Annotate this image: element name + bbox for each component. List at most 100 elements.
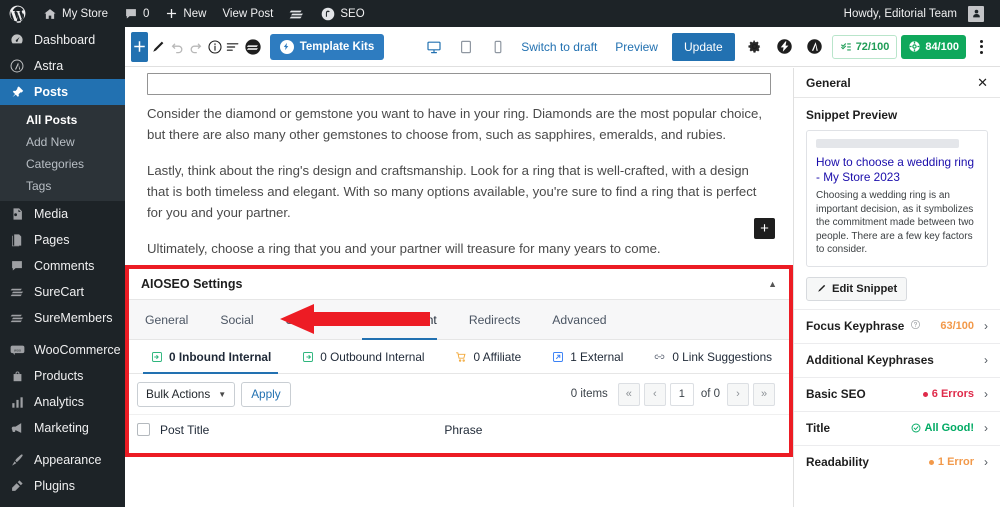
stat-link-suggestions[interactable]: 0 Link Suggestions	[638, 340, 787, 373]
content-paragraph[interactable]: Consider the diamond or gemstone you wan…	[147, 103, 771, 145]
select-all-checkbox[interactable]	[137, 423, 150, 436]
row-value: 63/100	[940, 320, 974, 332]
first-page-button[interactable]: «	[617, 382, 640, 406]
sidebar-label: Marketing	[34, 421, 89, 435]
next-page-button[interactable]: ›	[727, 382, 749, 406]
sidebar-item-plugins[interactable]: Plugins	[0, 473, 125, 499]
last-page-button[interactable]: »	[753, 382, 775, 406]
wp-logo-menu[interactable]	[0, 0, 35, 27]
row-title[interactable]: Title All Good! ›	[794, 410, 1000, 445]
my-account-menu[interactable]: Howdy, Editorial Team	[836, 0, 992, 27]
tab-general[interactable]: General	[141, 300, 204, 339]
sidebar-label: Astra	[34, 59, 64, 73]
sidebar-item-all-posts[interactable]: All Posts	[0, 109, 125, 131]
page-number-input[interactable]: 1	[669, 382, 694, 406]
sidebar-item-media[interactable]: Media	[0, 201, 125, 227]
sidebar-item-analytics[interactable]: Analytics	[0, 389, 125, 415]
sidebar-item-tags[interactable]: Tags	[0, 175, 125, 197]
sidebar-item-dashboard[interactable]: Dashboard	[0, 27, 125, 53]
howdy-label: Howdy, Editorial Team	[843, 7, 957, 20]
preview-button[interactable]: Preview	[608, 40, 665, 54]
tab-redirects[interactable]: Redirects	[453, 300, 536, 339]
sidebar-item-marketing[interactable]: Marketing	[0, 415, 125, 441]
redo-button[interactable]	[187, 32, 204, 62]
chevron-right-icon[interactable]: ›	[984, 353, 988, 367]
template-kits-button[interactable]: Template Kits	[269, 33, 385, 60]
sidebar-item-comments[interactable]: Comments	[0, 253, 125, 279]
site-name-menu[interactable]: My Store	[35, 0, 116, 27]
row-focus-keyphrase[interactable]: Focus Keyphrase 63/100 ›	[794, 308, 1000, 343]
add-block-button[interactable]	[131, 31, 148, 62]
column-phrase[interactable]: Phrase	[444, 423, 482, 437]
collapse-caret-icon[interactable]: ▲	[768, 279, 777, 289]
comments-count: 0	[143, 7, 150, 20]
content-paragraph[interactable]: Lastly, think about the ring's design an…	[147, 160, 771, 223]
sidebar-item-products[interactable]: Products	[0, 363, 125, 389]
items-count: 0 items	[570, 388, 608, 400]
undo-button[interactable]	[169, 32, 186, 62]
apply-button[interactable]: Apply	[241, 381, 291, 407]
chevron-right-icon[interactable]: ›	[984, 319, 988, 333]
edit-tool-button[interactable]	[150, 32, 167, 62]
seo-score-badge-outline[interactable]: 72/100	[831, 34, 898, 59]
column-post-title[interactable]: Post Title	[160, 423, 209, 437]
astra-icon	[8, 59, 26, 73]
sidebar-item-astra[interactable]: Astra	[0, 53, 125, 79]
stat-inbound-internal[interactable]: 0 Inbound Internal	[135, 340, 286, 374]
readability-score-badge[interactable]: 84/100	[901, 34, 966, 59]
sidebar-item-appearance[interactable]: Appearance	[0, 447, 125, 473]
tablet-preview-icon[interactable]	[452, 33, 480, 61]
inline-add-block-button[interactable]: +	[754, 218, 775, 239]
snippet-preview-section: Snippet Preview How to choose a wedding …	[794, 98, 1000, 309]
new-content-menu[interactable]: New	[157, 0, 214, 27]
snippet-description: Choosing a wedding ring is an important …	[816, 190, 974, 255]
chevron-right-icon[interactable]: ›	[984, 455, 988, 469]
mobile-preview-icon[interactable]	[484, 33, 512, 61]
switch-to-draft-button[interactable]: Switch to draft	[514, 40, 604, 54]
sidebar-panel-title: General	[806, 75, 851, 90]
desktop-preview-icon[interactable]	[420, 33, 448, 61]
seo-adminbar-item[interactable]: SEO	[313, 0, 372, 27]
sidebar-item-suremembers[interactable]: SureMembers	[0, 305, 125, 331]
sidebar-item-add-new[interactable]: Add New	[0, 131, 125, 153]
starter-templates-icon[interactable]	[244, 32, 262, 62]
chevron-right-icon[interactable]: ›	[984, 387, 988, 401]
sidebar-label: Plugins	[34, 479, 75, 493]
view-post-link[interactable]: View Post	[214, 0, 281, 27]
list-view-button[interactable]	[225, 32, 242, 62]
sidebar-item-categories[interactable]: Categories	[0, 153, 125, 175]
more-options-button[interactable]	[970, 39, 992, 54]
post-title-field[interactable]	[147, 73, 771, 95]
astra-toolbar-icon[interactable]	[802, 34, 828, 60]
surecart-adminbar-item[interactable]	[281, 0, 313, 27]
sidebar-item-surecart[interactable]: SureCart	[0, 279, 125, 305]
details-info-button[interactable]	[206, 32, 223, 62]
edit-snippet-button[interactable]: Edit Snippet	[806, 276, 908, 301]
stat-external[interactable]: 1 External	[536, 340, 638, 373]
chevron-right-icon[interactable]: ›	[984, 421, 988, 435]
sidebar-item-woocommerce[interactable]: woo WooCommerce	[0, 337, 125, 363]
sidebar-item-pages[interactable]: Pages	[0, 227, 125, 253]
stat-affiliate[interactable]: 0 Affiliate	[440, 340, 537, 373]
home-icon	[43, 7, 57, 21]
update-button[interactable]: Update	[671, 32, 735, 61]
pages-icon	[8, 233, 26, 247]
prev-page-button[interactable]: ‹	[643, 382, 666, 406]
tab-advanced[interactable]: Advanced	[536, 300, 622, 339]
aioseo-panel-header[interactable]: AIOSEO Settings ▲	[129, 269, 789, 300]
row-basic-seo[interactable]: Basic SEO 6 Errors ›	[794, 376, 1000, 411]
close-icon[interactable]: ✕	[977, 75, 988, 91]
stat-outbound-internal[interactable]: 0 Outbound Internal	[286, 340, 439, 373]
sidebar-item-posts[interactable]: Posts	[0, 79, 125, 105]
tab-social[interactable]: Social	[204, 300, 269, 339]
row-additional-keyphrases[interactable]: Additional Keyphrases ›	[794, 342, 1000, 377]
help-circle-icon[interactable]	[910, 319, 921, 333]
comments-bubble[interactable]: 0	[116, 0, 157, 27]
stat-label: 1 External	[570, 349, 624, 364]
settings-gear-icon[interactable]	[742, 34, 768, 60]
bulk-actions-select[interactable]: Bulk Actions ▼	[137, 381, 236, 407]
sidebar-label: Dashboard	[34, 33, 96, 47]
row-readability[interactable]: Readability 1 Error ›	[794, 444, 1000, 479]
starter-sites-icon[interactable]	[772, 34, 798, 60]
content-paragraph[interactable]: Ultimately, choose a ring that you and y…	[147, 238, 771, 259]
